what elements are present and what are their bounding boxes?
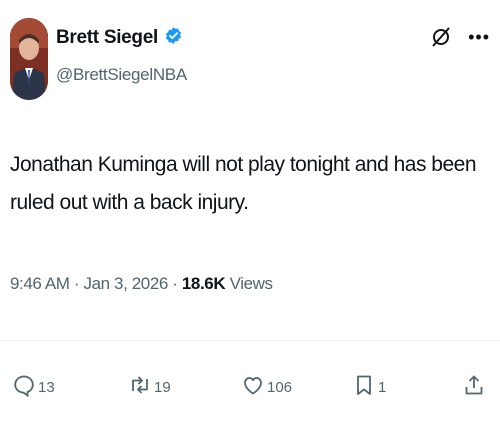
verified-badge-icon bbox=[164, 26, 183, 50]
author-info: Brett Siegel @BrettSiegelNBA bbox=[56, 26, 187, 85]
more-icon[interactable]: ••• bbox=[468, 28, 490, 46]
bookmark-icon bbox=[352, 373, 376, 401]
repost-button[interactable]: 19 bbox=[128, 373, 171, 401]
action-bar: 13 19 106 1 bbox=[0, 373, 500, 409]
divider bbox=[0, 340, 500, 341]
meta-separator: · bbox=[73, 274, 80, 293]
repost-icon bbox=[128, 373, 152, 401]
grok-icon[interactable] bbox=[430, 26, 452, 48]
author-handle[interactable]: @BrettSiegelNBA bbox=[56, 65, 187, 85]
tweet-date[interactable]: Jan 3, 2026 bbox=[84, 274, 169, 293]
tweet-text: Jonathan Kuminga will not play tonight a… bbox=[10, 153, 477, 214]
author-display-name[interactable]: Brett Siegel bbox=[56, 27, 158, 49]
bookmark-button[interactable]: 1 bbox=[352, 373, 386, 401]
like-count: 106 bbox=[267, 378, 293, 396]
avatar[interactable] bbox=[10, 18, 48, 100]
reply-count: 13 bbox=[38, 378, 55, 396]
reply-button[interactable]: 13 bbox=[12, 373, 55, 401]
like-button[interactable]: 106 bbox=[241, 373, 292, 401]
meta-separator-2: · bbox=[172, 274, 178, 293]
views-label: Views bbox=[229, 274, 273, 293]
like-icon bbox=[241, 373, 265, 401]
tweet-meta: 9:46 AM · Jan 3, 2026 · 18.6K Views bbox=[10, 274, 273, 294]
share-button[interactable] bbox=[462, 373, 486, 401]
views-count: 18.6K bbox=[181, 274, 226, 293]
tweet-time[interactable]: 9:46 AM bbox=[10, 274, 70, 293]
bookmark-count: 1 bbox=[378, 378, 387, 396]
share-icon bbox=[462, 373, 486, 401]
repost-count: 19 bbox=[154, 378, 171, 396]
reply-icon bbox=[12, 373, 36, 401]
tweet-header: Brett Siegel @BrettSiegelNBA ••• bbox=[10, 18, 490, 104]
